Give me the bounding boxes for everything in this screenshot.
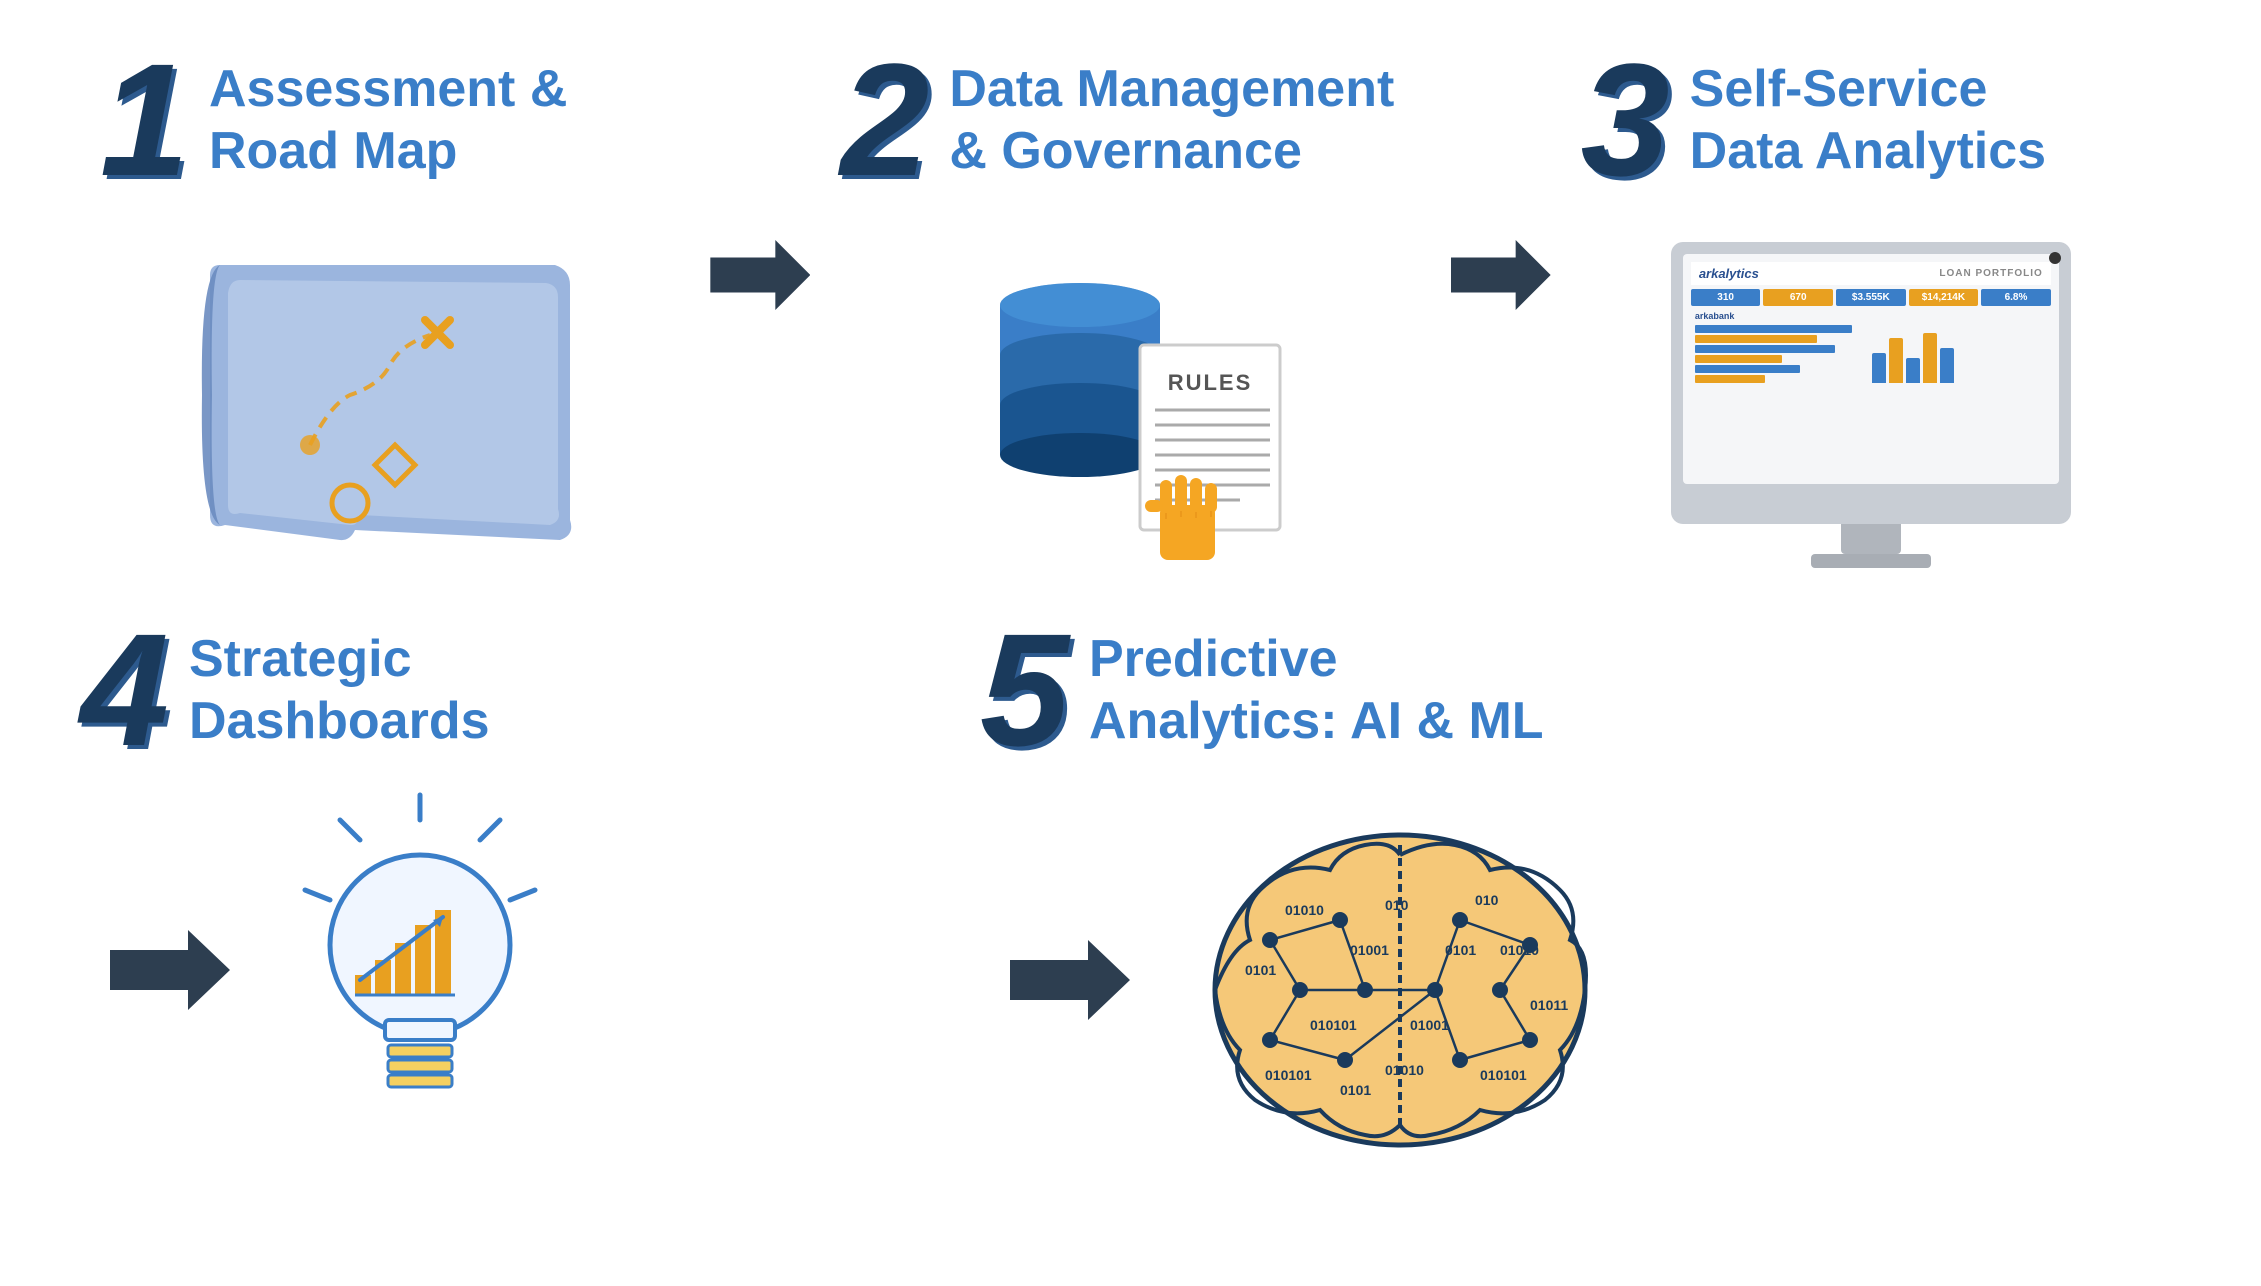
step-2-number: 2 [840, 40, 929, 200]
svg-text:010101: 010101 [1480, 1067, 1527, 1083]
svg-text:010101: 010101 [1310, 1017, 1357, 1033]
top-row: 1 Assessment & Road Map [80, 40, 2181, 580]
metric-310: 310 [1691, 289, 1761, 306]
monitor-base [1811, 554, 1931, 568]
svg-text:01010: 01010 [1385, 1062, 1424, 1078]
arrow-4-container [1010, 940, 1130, 1020]
brain-svg: 01010 0101 010101 010101 01001 010 01001… [1190, 790, 1610, 1170]
arrow-shape-1 [710, 240, 810, 310]
arrow-2 [1441, 40, 1561, 310]
step-1-number: 1 [100, 40, 189, 200]
arrow-1 [700, 40, 820, 310]
step-5-illustration-row: 01010 0101 010101 010101 01001 010 01001… [1010, 790, 1610, 1170]
monitor-screen: arkalytics LOAN PORTFOLIO 310 670 $3.555… [1683, 254, 2059, 484]
step-1-block: 1 Assessment & Road Map [80, 40, 700, 580]
arrow-shape-2 [1451, 240, 1551, 310]
step-3-illustration: arkalytics LOAN PORTFOLIO 310 670 $3.555… [1561, 230, 2181, 580]
svg-text:01010: 01010 [1500, 942, 1539, 958]
step-2-illustration: RULES [820, 230, 1440, 580]
metric-68pct: 6.8% [1981, 289, 2051, 306]
svg-text:01001: 01001 [1350, 942, 1389, 958]
monitor-frame: arkalytics LOAN PORTFOLIO 310 670 $3.555… [1671, 242, 2071, 524]
svg-text:0101: 0101 [1340, 1082, 1371, 1098]
svg-text:010: 010 [1385, 897, 1409, 913]
step-3-header: 3 Self-Service Data Analytics [1561, 40, 2181, 200]
step-2-header: 2 Data Management & Governance [820, 40, 1440, 200]
db-rules-svg: RULES [940, 245, 1320, 565]
screen-logo: arkalytics [1699, 266, 1759, 281]
lightbulb-svg [280, 790, 560, 1150]
screen-portfolio-label: LOAN PORTFOLIO [1939, 268, 2042, 279]
map-svg [190, 245, 590, 565]
step-3-number: 3 [1581, 40, 1670, 200]
metric-670: 670 [1763, 289, 1833, 306]
step-5-area: 5 Predictive Analytics: AI & ML [980, 610, 2181, 1170]
step-3-title: Self-Service Data Analytics [1690, 58, 2046, 183]
step-1-title: Assessment & Road Map [209, 58, 567, 183]
svg-text:RULES: RULES [1168, 370, 1253, 395]
main-container: 1 Assessment & Road Map [0, 0, 2261, 1286]
step-3-block: 3 Self-Service Data Analytics [1561, 40, 2181, 580]
step-4-area: 4 Strategic Dashboards [80, 610, 980, 1150]
metric-14214k: $14,214K [1909, 289, 1979, 306]
step-4-number: 4 [80, 610, 169, 770]
svg-text:010: 010 [1475, 892, 1499, 908]
metric-3555k: $3.555K [1836, 289, 1906, 306]
svg-text:0101: 0101 [1245, 962, 1276, 978]
step-4-illustration-row [110, 790, 560, 1150]
step-5-title: Predictive Analytics: AI & ML [1089, 628, 1544, 753]
step-5-header: 5 Predictive Analytics: AI & ML [980, 610, 1544, 770]
arkabank-label: arkabank [1691, 311, 2051, 321]
step-1-header: 1 Assessment & Road Map [80, 40, 700, 200]
bottom-row: 4 Strategic Dashboards [80, 610, 2181, 1170]
arrow-3-container [110, 930, 230, 1010]
monitor-stand [1841, 524, 1901, 554]
step-2-title: Data Management & Governance [949, 58, 1394, 183]
arrow-shape-4 [1010, 940, 1130, 1020]
step-4-header: 4 Strategic Dashboards [80, 610, 780, 770]
step-4-title: Strategic Dashboards [189, 628, 490, 753]
svg-text:010101: 010101 [1265, 1067, 1312, 1083]
svg-text:0101: 0101 [1445, 942, 1476, 958]
monitor-container: arkalytics LOAN PORTFOLIO 310 670 $3.555… [1661, 245, 2081, 565]
svg-text:01001: 01001 [1410, 1017, 1449, 1033]
step-5-number: 5 [980, 610, 1069, 770]
svg-text:01011: 01011 [1530, 997, 1568, 1013]
arrow-shape-3 [110, 930, 230, 1010]
step-2-block: 2 Data Management & Governance [820, 40, 1440, 580]
svg-text:01010: 01010 [1285, 902, 1324, 918]
step-1-illustration [80, 230, 700, 580]
